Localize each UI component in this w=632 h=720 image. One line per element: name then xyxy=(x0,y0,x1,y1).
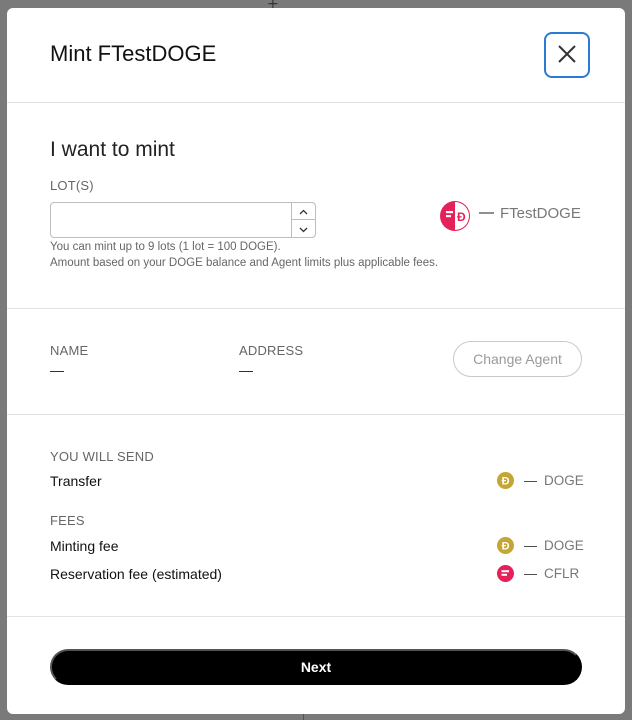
svg-text:Ð: Ð xyxy=(502,541,510,553)
transfer-amount: — xyxy=(524,473,537,488)
next-button[interactable]: Next xyxy=(50,649,582,685)
svg-text:Ð: Ð xyxy=(502,476,510,488)
reservation-fee-amount: — xyxy=(524,566,537,581)
lots-input[interactable] xyxy=(50,202,316,238)
fees-heading: FEES xyxy=(50,513,85,528)
change-agent-button[interactable]: Change Agent xyxy=(453,341,582,377)
modal-header: Mint FTestDOGE xyxy=(7,8,625,103)
svg-text:Ð: Ð xyxy=(457,210,466,224)
lots-hint-line2: Amount based on your DOGE balance and Ag… xyxy=(50,257,439,269)
chevron-down-icon xyxy=(299,220,308,238)
reservation-fee-label: Reservation fee (estimated) xyxy=(50,566,222,582)
mint-heading: I want to mint xyxy=(50,138,175,161)
agent-address-label: ADDRESS xyxy=(239,343,304,358)
transfer-unit: DOGE xyxy=(544,473,584,488)
agent-name-label: NAME xyxy=(50,343,89,358)
you-will-send-heading: YOU WILL SEND xyxy=(50,449,154,464)
doge-icon: Ð xyxy=(497,537,514,554)
minting-fee-label: Minting fee xyxy=(50,538,119,554)
mint-amount-section: I want to mint LOT(S) You can mint up to… xyxy=(7,103,625,309)
mint-output-amount: — xyxy=(479,204,494,221)
modal-title: Mint FTestDOGE xyxy=(50,41,217,66)
transfer-label: Transfer xyxy=(50,473,102,489)
mint-modal: Mint FTestDOGE I want to mint LOT(S) You… xyxy=(7,8,625,714)
agent-address-value: — xyxy=(239,362,253,378)
close-icon xyxy=(557,44,577,67)
modal-footer: Next xyxy=(7,617,625,713)
minting-fee-unit: DOGE xyxy=(544,538,584,553)
stepper-up-button[interactable] xyxy=(292,203,315,220)
summary-section: YOU WILL SEND Transfer Ð — DOGE FEES Min… xyxy=(7,415,625,617)
stepper-down-button[interactable] xyxy=(292,220,315,237)
lots-hint-line1: You can mint up to 9 lots (1 lot = 100 D… xyxy=(50,241,281,253)
reservation-fee-unit: CFLR xyxy=(544,566,580,581)
chevron-up-icon xyxy=(299,202,308,220)
lots-stepper[interactable] xyxy=(291,203,315,237)
agent-name-value: — xyxy=(50,362,64,378)
agent-section: NAME — ADDRESS — Change Agent xyxy=(7,309,625,415)
doge-icon: Ð xyxy=(497,472,514,489)
mint-output-token: FTestDOGE xyxy=(500,205,581,222)
close-button[interactable] xyxy=(544,32,590,78)
fasset-doge-icon: Ð xyxy=(440,201,470,231)
minting-fee-amount: — xyxy=(524,538,537,553)
flare-icon xyxy=(497,565,514,582)
lots-label: LOT(S) xyxy=(50,178,94,193)
